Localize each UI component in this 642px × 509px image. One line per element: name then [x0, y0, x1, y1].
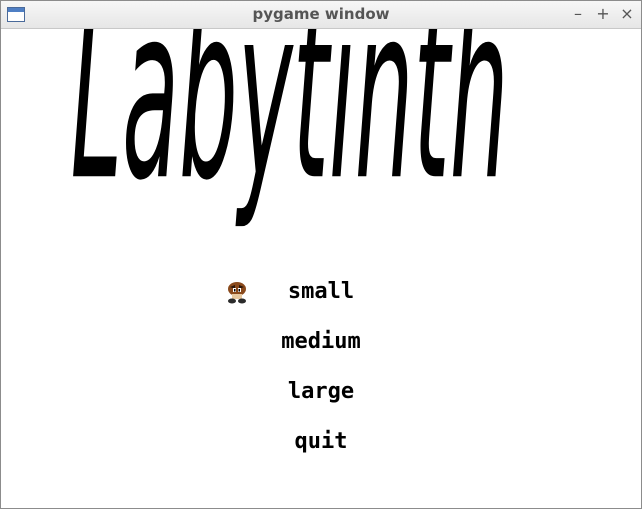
menu-item-small[interactable]: small [201, 277, 441, 307]
titlebar[interactable]: pygame window – + × [1, 1, 641, 29]
menu-item-medium[interactable]: medium [201, 327, 441, 357]
pygame-window: pygame window – + × Labytinth small medi… [0, 0, 642, 509]
close-button[interactable]: × [616, 3, 638, 25]
logo-text: Labytinth [71, 29, 509, 234]
maximize-button[interactable]: + [592, 3, 614, 25]
minimize-button[interactable]: – [567, 3, 589, 25]
menu-item-quit[interactable]: quit [201, 427, 441, 457]
menu-item-large[interactable]: large [201, 377, 441, 407]
game-canvas: Labytinth small medium large quit [1, 29, 641, 508]
game-logo: Labytinth [71, 29, 509, 234]
window-title: pygame window [252, 5, 390, 23]
